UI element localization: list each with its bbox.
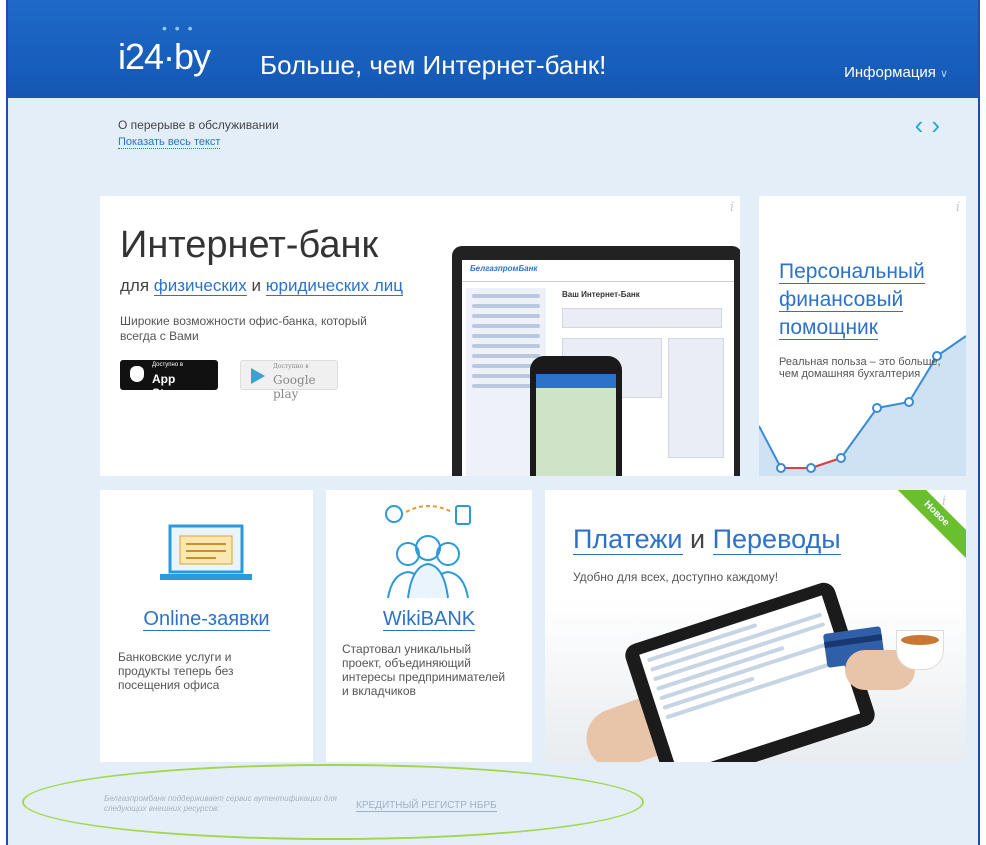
site-tagline: Больше, чем Интернет-банк! [260, 50, 607, 80]
legal-entities-link[interactable]: юридических лиц [265, 276, 404, 296]
logo-text: i24·by [118, 36, 211, 77]
maintenance-notice: О перерыве в обслуживании [118, 118, 279, 132]
info-icon[interactable]: i [730, 200, 734, 215]
online-requests-title[interactable]: Online-заявки [100, 608, 313, 631]
screen-header: БелгазпромБанк [462, 260, 734, 282]
internet-bank-title: Интернет-банк [120, 224, 379, 266]
chevron-down-icon: ∨ [939, 68, 948, 80]
wikibank-description: Стартовал уникальный проект, объединяющи… [342, 642, 506, 698]
wikibank-title[interactable]: WikiBANK [326, 608, 532, 631]
google-play-icon [251, 368, 265, 384]
site-logo[interactable]: • • • i24·by [118, 20, 211, 78]
new-ribbon: Новое [886, 490, 966, 564]
payments-title: Платежи и Переводы [573, 524, 841, 555]
wikibank-link[interactable]: WikiBANK [382, 608, 476, 631]
screen-box [562, 308, 722, 328]
phone-image [530, 356, 622, 476]
online-requests-link[interactable]: Online-заявки [143, 608, 270, 631]
title-line: Персональный [779, 260, 925, 284]
payments-subtitle: Удобно для всех, доступно каждому! [573, 570, 779, 584]
online-requests-description: Банковские услуги и продукты теперь без … [118, 650, 234, 692]
apple-icon [130, 366, 144, 382]
phone-screen [536, 374, 616, 476]
info-menu-label: Информация [844, 64, 936, 81]
app-store-button[interactable]: Доступно в App Store [120, 360, 218, 400]
info-menu[interactable]: Информация ∨ [844, 64, 948, 81]
logo-dots: • • • [162, 20, 195, 36]
payments-card[interactable]: Новое i Платежи и Переводы Удобно для вс… [545, 490, 966, 762]
laptop-form-icon [160, 524, 252, 580]
internet-bank-description: Широкие возможности офис-банка, который … [120, 314, 367, 343]
app-store-label: App Store [152, 372, 183, 400]
people-group-icon [385, 505, 471, 599]
prev-arrow-icon[interactable]: ‹ [915, 110, 932, 140]
tea-cup-image [896, 630, 944, 670]
auth-service-note: Белгазпромбанк поддерживает сервис аутен… [104, 794, 337, 813]
wikibank-card[interactable]: WikiBANK Стартовал уникальный проект, об… [326, 490, 532, 762]
individuals-link[interactable]: физических [153, 276, 247, 296]
site-header: • • • i24·by Больше, чем Интернет-банк! … [8, 0, 978, 98]
online-requests-card[interactable]: Online-заявки Банковские услуги и продук… [100, 490, 313, 762]
personal-finance-title[interactable]: Персональный финансовый помощник [779, 258, 925, 342]
tablet-image [622, 579, 878, 762]
screen-title: Ваш Интернет-Банк [562, 290, 640, 299]
payments-title-mid: и [682, 524, 713, 554]
transfers-link[interactable]: Переводы [712, 524, 841, 555]
page-frame: • • • i24·by Больше, чем Интернет-банк! … [6, 0, 980, 845]
google-play-label: Google play [273, 373, 316, 401]
title-line: финансовый [779, 288, 904, 312]
google-play-small-label: Доступно в [273, 363, 309, 370]
internet-bank-subtitle: для физических и юридических лиц [120, 276, 404, 296]
subtitle-prefix: для [120, 276, 154, 295]
personal-finance-description: Реальная польза – это больше, чем домашн… [779, 356, 941, 380]
subtitle-mid: и [246, 276, 266, 295]
screen-bank-logo: БелгазпромБанк [470, 264, 538, 273]
screen-box [668, 338, 724, 458]
personal-finance-card[interactable]: i Персональный финансовый помощник Реаль… [759, 196, 966, 476]
next-arrow-icon[interactable]: › [931, 110, 948, 140]
carousel-nav: ‹› [915, 110, 948, 141]
title-line: помощник [779, 316, 878, 340]
show-full-text-link[interactable]: Показать весь текст [118, 136, 221, 149]
credit-registry-link[interactable]: КРЕДИТНЫЙ РЕГИСТР НБРБ [356, 800, 497, 812]
internet-bank-card[interactable]: i Интернет-банк для физических и юридиче… [100, 196, 740, 476]
info-icon[interactable]: i [956, 200, 960, 215]
payments-link[interactable]: Платежи [573, 524, 683, 555]
app-store-small-label: Доступно в [152, 362, 184, 368]
tablet-screen [639, 595, 861, 762]
info-icon[interactable]: i [942, 494, 946, 509]
google-play-button[interactable]: Доступно в Google play [240, 360, 338, 401]
